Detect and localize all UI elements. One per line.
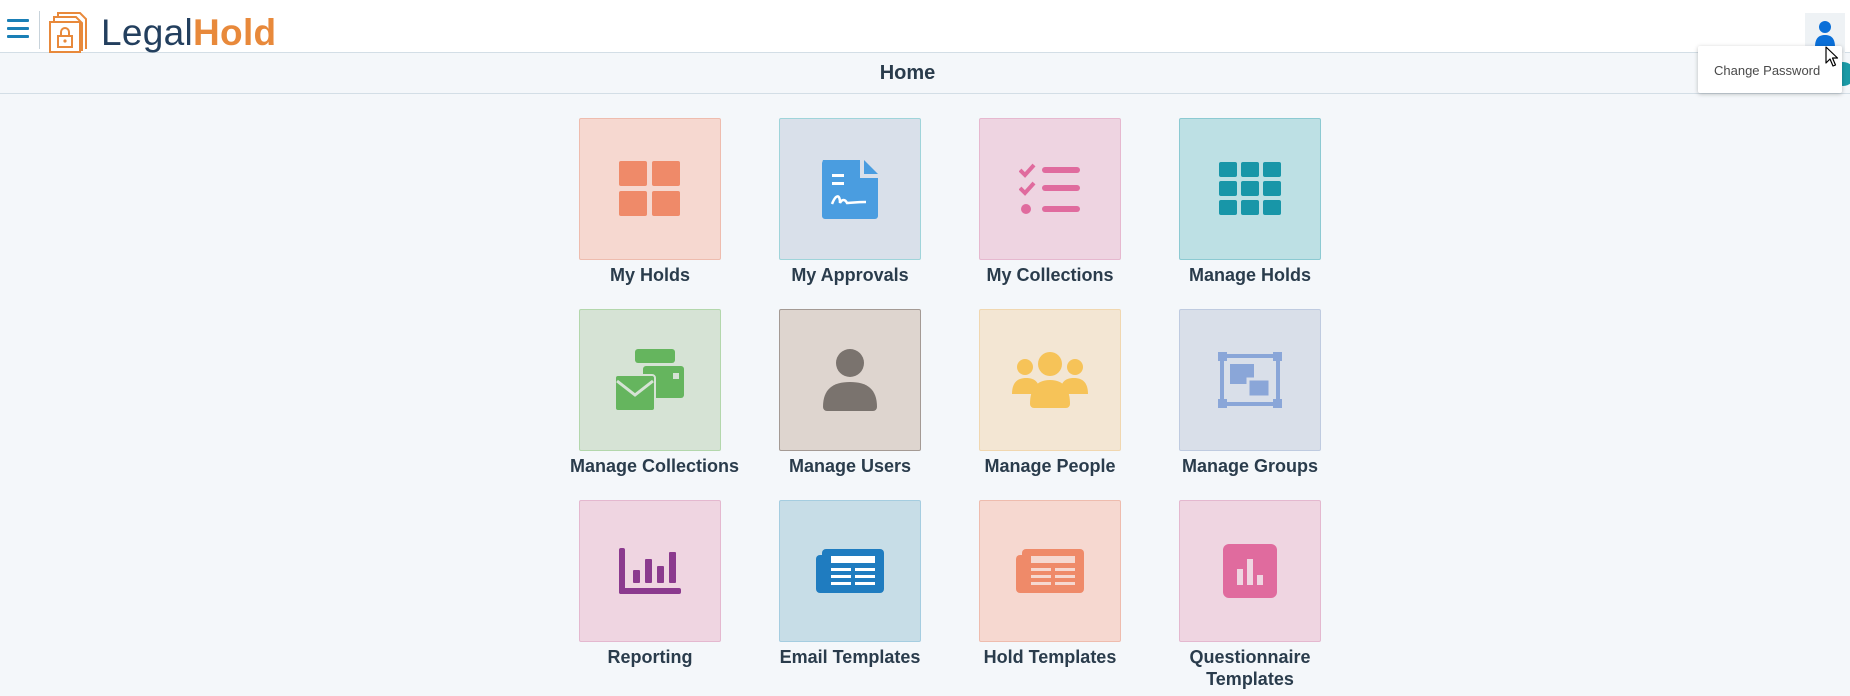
tile-label: My Collections (986, 265, 1114, 285)
grid-nine-icon (1219, 162, 1281, 215)
tile-icon-box (579, 118, 721, 260)
tile-label: Manage Holds (1188, 265, 1312, 285)
logo-text-legal: Legal (101, 12, 194, 53)
tile-label: Manage People (984, 456, 1116, 476)
tile-label: Manage Collections (570, 456, 740, 476)
lock-folder-logo-icon (49, 12, 87, 53)
user-dropdown-menu: Change Password (1698, 46, 1842, 93)
tile-icon-box (779, 309, 921, 451)
tile-reporting[interactable]: Reporting (570, 500, 730, 668)
tile-label: My Holds (609, 265, 690, 285)
people-group-icon (1012, 352, 1088, 408)
tile-label: Questionnaire Templates (1189, 647, 1311, 689)
tile-manage-people[interactable]: Manage People (970, 309, 1130, 477)
top-bar: LegalHold (0, 0, 1850, 53)
tile-icon-box (579, 500, 721, 642)
tile-label: Hold Templates (983, 647, 1117, 667)
tile-manage-holds[interactable]: Manage Holds (1170, 118, 1330, 286)
tile-label: My Approvals (791, 265, 909, 285)
tile-icon-box (979, 118, 1121, 260)
tile-email-templates[interactable]: Email Templates (770, 500, 930, 668)
tile-icon-box (1179, 500, 1321, 642)
tile-manage-groups[interactable]: Manage Groups (1170, 309, 1330, 477)
tile-label: Reporting (607, 647, 693, 667)
divider (39, 11, 40, 49)
bar-chart-icon (619, 548, 681, 594)
tile-icon-box (1179, 309, 1321, 451)
grid-four-icon (619, 161, 680, 216)
tile-label: Email Templates (779, 647, 921, 667)
tile-questionnaire-templates[interactable]: Questionnaire Templates (1170, 500, 1330, 690)
user-icon (823, 349, 877, 411)
tile-my-holds[interactable]: My Holds (570, 118, 730, 286)
tile-icon-box (779, 118, 921, 260)
page-title: Home (879, 62, 936, 84)
newspaper-icon (816, 549, 884, 593)
hamburger-menu-icon[interactable] (7, 19, 29, 41)
tile-icon-box (779, 500, 921, 642)
logo-text-hold: Hold (193, 12, 277, 53)
tile-icon-box (579, 309, 721, 451)
square-chart-icon (1223, 544, 1277, 598)
object-group-icon (1218, 352, 1282, 408)
document-signature-icon (822, 160, 878, 219)
tile-label: Manage Users (788, 456, 912, 476)
tile-my-collections[interactable]: My Collections (970, 118, 1130, 286)
tile-label: Manage Groups (1181, 456, 1319, 476)
tile-icon-box (979, 309, 1121, 451)
tile-my-approvals[interactable]: My Approvals (770, 118, 930, 286)
checklist-icon (1019, 163, 1080, 214)
envelopes-icon (615, 349, 684, 411)
tile-hold-templates[interactable]: Hold Templates (970, 500, 1130, 668)
mouse-cursor-icon (1825, 46, 1839, 67)
change-password-menu-item[interactable]: Change Password (1714, 63, 1820, 78)
newspaper-icon (1016, 549, 1084, 593)
tile-icon-box (979, 500, 1121, 642)
title-bar: Home (0, 53, 1850, 94)
app-logo[interactable]: LegalHold (101, 12, 276, 54)
tile-manage-users[interactable]: Manage Users (770, 309, 930, 477)
tile-manage-collections[interactable]: Manage Collections (570, 309, 740, 477)
tile-icon-box (1179, 118, 1321, 260)
